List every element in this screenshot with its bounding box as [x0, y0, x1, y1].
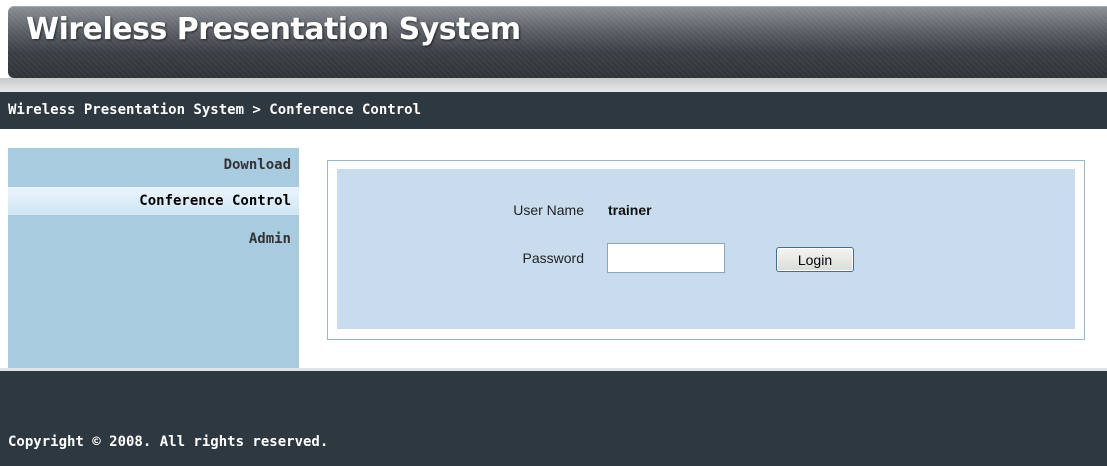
login-button[interactable]: Login — [776, 247, 854, 272]
sidebar: Download Conference Control Admin — [8, 148, 299, 368]
username-label: User Name — [513, 202, 584, 218]
login-panel: User Name trainer Password Login — [337, 169, 1075, 329]
login-frame: User Name trainer Password Login — [327, 160, 1085, 340]
sidebar-item-download[interactable]: Download — [8, 151, 299, 179]
sidebar-item-conference-control[interactable]: Conference Control — [8, 187, 299, 215]
sidebar-item-label: Conference Control — [139, 193, 291, 209]
sidebar-item-label: Admin — [248, 231, 291, 247]
username-value: trainer — [608, 202, 652, 218]
password-label: Password — [522, 250, 584, 266]
app-title: Wireless Presentation System — [26, 12, 521, 47]
header-divider — [0, 78, 1107, 92]
sidebar-item-label: Download — [223, 157, 291, 173]
copyright-text: Copyright © 2008. All rights reserved. — [8, 434, 329, 450]
header: Wireless Presentation System — [0, 0, 1107, 92]
footer: Copyright © 2008. All rights reserved. — [0, 371, 1107, 466]
breadcrumb: Wireless Presentation System > Conferenc… — [8, 102, 422, 118]
password-field[interactable] — [607, 243, 725, 273]
breadcrumb-bar: Wireless Presentation System > Conferenc… — [0, 92, 1107, 129]
sidebar-item-admin[interactable]: Admin — [8, 225, 299, 253]
